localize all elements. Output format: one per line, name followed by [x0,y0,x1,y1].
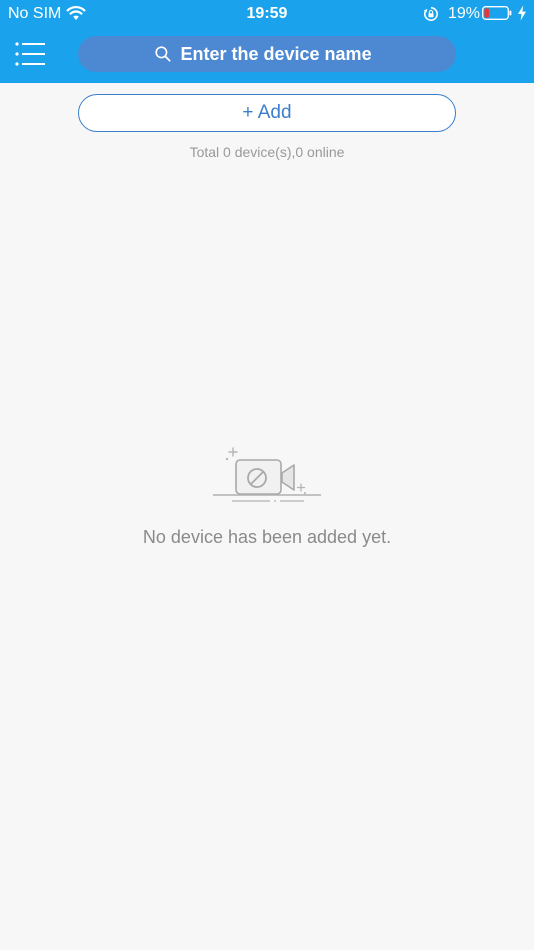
camera-disabled-icon [213,447,321,502]
app-header: No SIM 19:59 19% [0,0,534,83]
search-icon [154,46,171,62]
orientation-lock-icon [423,7,438,21]
search-bar[interactable] [78,36,456,72]
status-bar: No SIM 19:59 19% [0,0,534,28]
search-input[interactable] [180,43,381,65]
menu-icon[interactable] [14,40,48,68]
add-device-button[interactable]: + Add [78,94,456,132]
battery-icon [482,6,512,20]
empty-state-message: No device has been added yet. [142,527,392,547]
device-summary: Total 0 device(s),0 online [189,144,345,160]
charging-icon [518,5,526,21]
nav-bar [0,28,534,83]
battery-percent: 19% [448,5,481,22]
